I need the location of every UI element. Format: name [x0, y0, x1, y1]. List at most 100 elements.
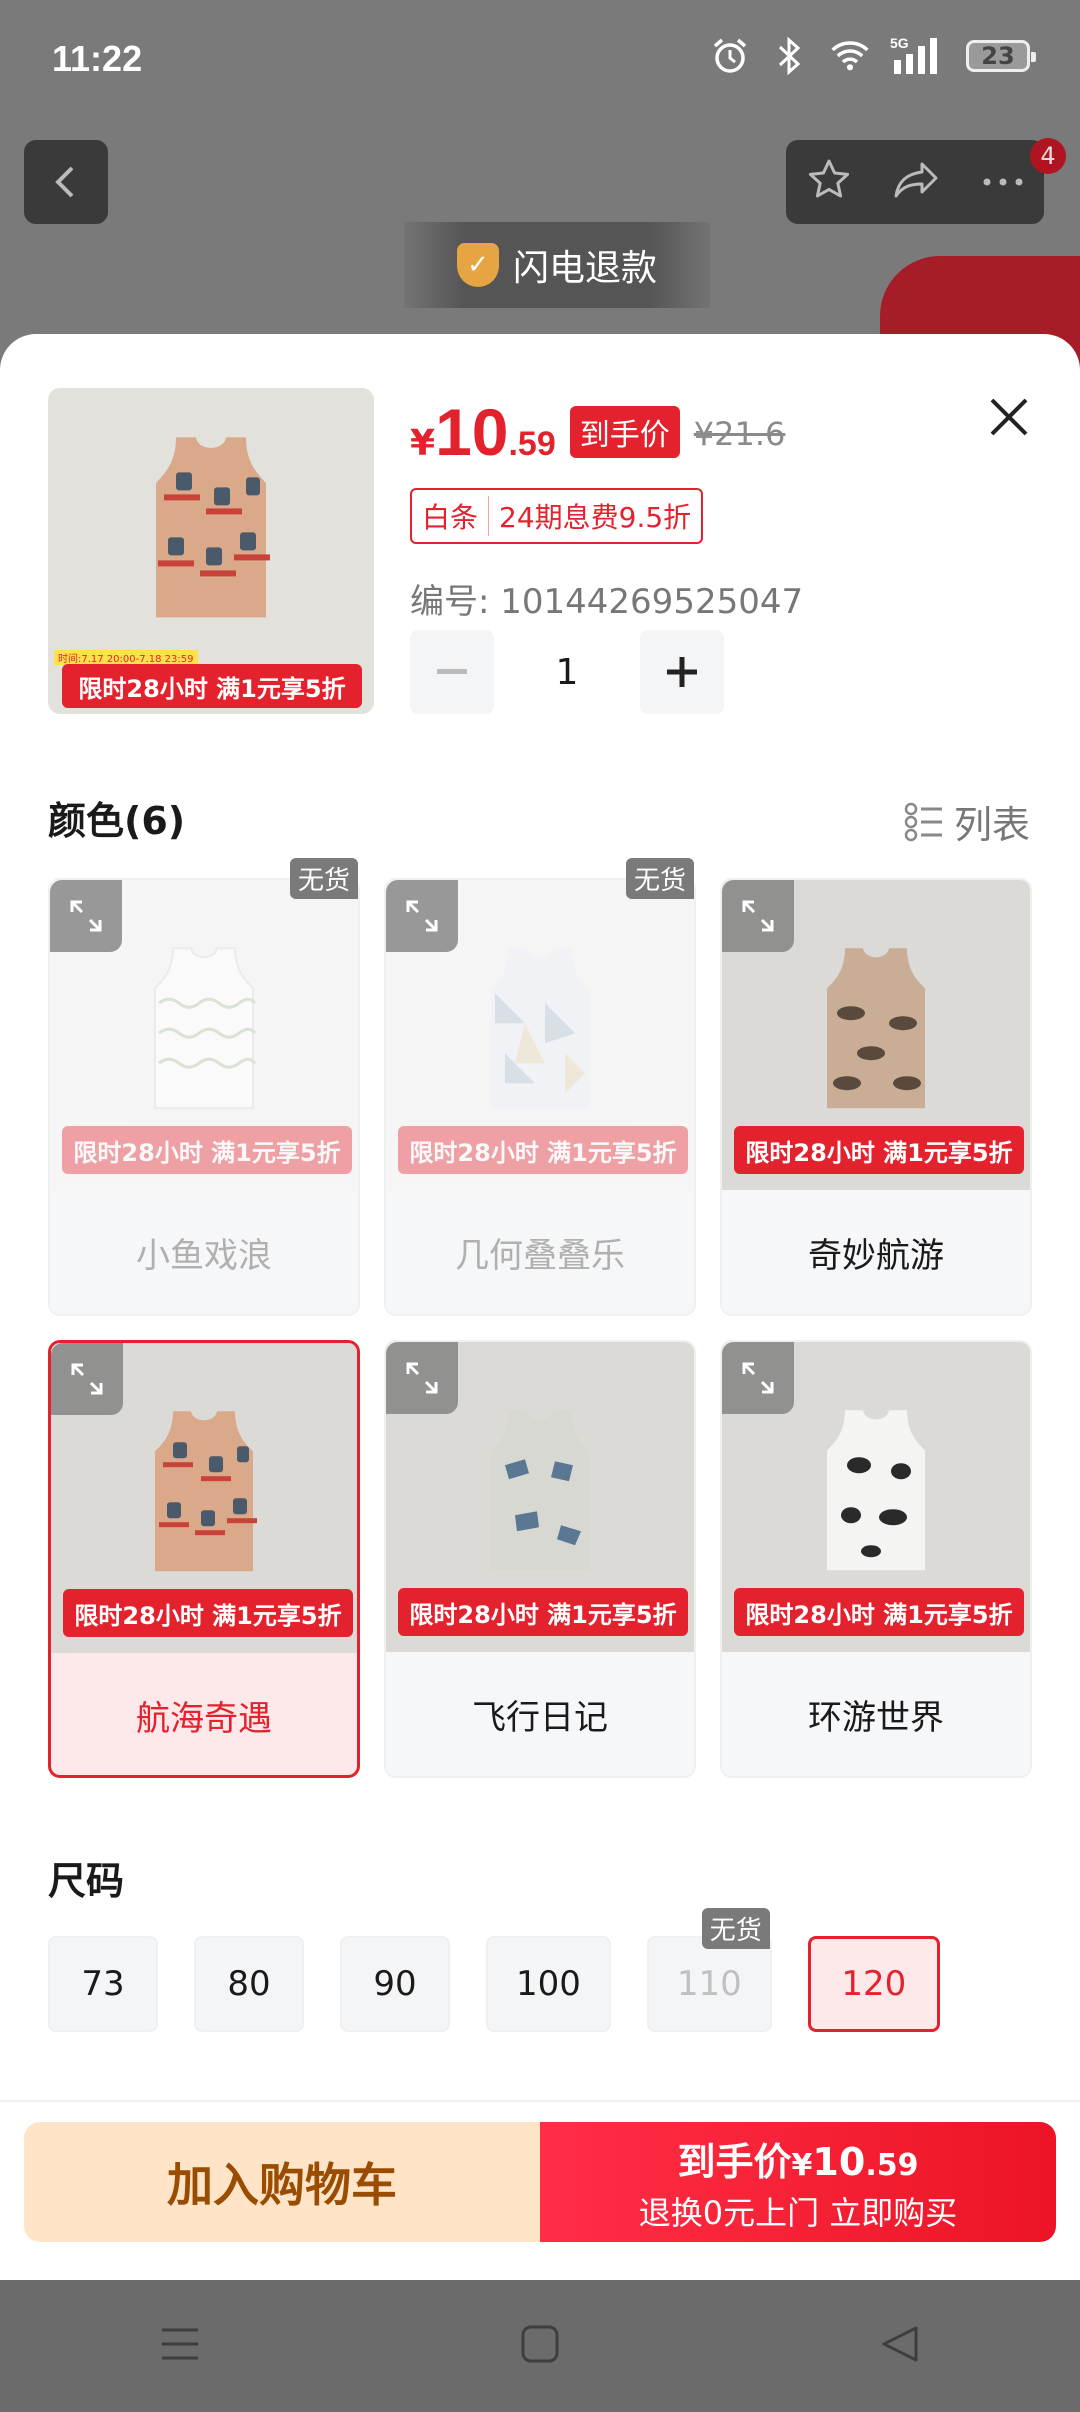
- size-option-120[interactable]: 120: [807, 1936, 940, 2032]
- size-option-100[interactable]: 100: [486, 1936, 611, 2032]
- list-icon: [904, 802, 942, 841]
- sku-selector-sheet: 时间:7.17 20:00-7.18 23:59 限时28小时 满1元享5折 ¥…: [0, 334, 1080, 2280]
- quantity-value[interactable]: 1: [494, 652, 640, 693]
- expand-image-button[interactable]: [722, 1342, 794, 1414]
- price-decimal: .59: [508, 425, 556, 463]
- tank-top-image: [491, 1410, 589, 1571]
- close-button[interactable]: [978, 386, 1040, 448]
- share-icon: [894, 162, 938, 198]
- back-triangle-icon: [882, 2326, 918, 2362]
- color-label: 几何叠叠乐: [455, 1235, 625, 1276]
- baitiao-detail: 24期息费9.5折: [499, 501, 692, 534]
- color-label: 航海奇遇: [136, 1698, 272, 1739]
- no-stock-badge: 无货: [289, 858, 358, 899]
- baitiao-label: 白条: [412, 496, 490, 536]
- buy-price-line: 到手价 ¥ 10 .59: [678, 2131, 919, 2186]
- color-label: 小鱼戏浪: [136, 1235, 272, 1276]
- sku-number: 编号: 10144269525047: [410, 582, 804, 622]
- bluetooth-icon: [770, 36, 810, 76]
- price-currency: ¥: [410, 423, 436, 464]
- promo-banner: 限时28小时 满1元享5折: [734, 1588, 1024, 1636]
- size-options: 73 80 90 100 无货 110 120: [48, 1908, 940, 2032]
- back-nav-button[interactable]: [880, 2324, 920, 2368]
- favorite-button[interactable]: [805, 156, 853, 208]
- expand-image-button[interactable]: [386, 1342, 458, 1414]
- menu-icon: [162, 2328, 198, 2360]
- more-dots-icon: [983, 178, 1023, 185]
- expand-icon: [70, 900, 102, 932]
- chevron-left-icon: [55, 166, 74, 198]
- promo-banner: 限时28小时 满1元享5折: [734, 1126, 1024, 1174]
- size-section-title: 尺码: [48, 1859, 125, 1903]
- list-label: 列表: [953, 803, 1030, 847]
- color-option-feixing[interactable]: 限时28小时 满1元享5折 飞行日记: [384, 1340, 696, 1778]
- expand-image-button[interactable]: [50, 880, 122, 952]
- color-option-jihe[interactable]: 无货 限时28小时 满1元享5折 几何叠叠乐: [384, 858, 696, 1316]
- tank-top-image: [154, 947, 257, 1110]
- color-option-xiaoyu[interactable]: 无货 限时28小时 满1元享5折 小鱼戏浪: [48, 858, 360, 1316]
- buy-price-dec: .59: [865, 2147, 919, 2183]
- system-navigation-bar: [0, 2280, 1080, 2412]
- bottom-action-bar: 加入购物车 到手价 ¥ 10 .59 退换0元上门 立即购买: [0, 2100, 1080, 2280]
- nav-actions: [786, 140, 1044, 224]
- increase-button[interactable]: [640, 630, 724, 714]
- status-bar: 11:22 5G 23: [0, 0, 1080, 120]
- svg-text:5G: 5G: [890, 36, 909, 51]
- refund-tag: ✓ 闪电退款: [404, 222, 710, 308]
- back-button[interactable]: [24, 140, 108, 224]
- buy-currency: ¥: [791, 2147, 813, 2183]
- add-to-cart-button[interactable]: 加入购物车: [24, 2122, 540, 2242]
- menu-nav-button[interactable]: [160, 2326, 200, 2366]
- size-label: 110: [676, 1964, 742, 2004]
- notification-badge: 4: [1030, 138, 1066, 174]
- size-option-73[interactable]: 73: [48, 1936, 158, 2032]
- buy-subtitle: 退换0元上门 立即购买: [638, 2193, 958, 2232]
- product-thumbnail[interactable]: 时间:7.17 20:00-7.18 23:59 限时28小时 满1元享5折: [48, 388, 374, 714]
- status-time: 11:22: [52, 38, 143, 79]
- color-option-hanghai[interactable]: 限时28小时 满1元享5折 航海奇遇: [48, 1340, 360, 1778]
- final-price-tag: 到手价: [569, 406, 680, 458]
- size-option-90[interactable]: 90: [340, 1936, 450, 2032]
- color-label: 环游世界: [808, 1697, 944, 1738]
- installment-badge[interactable]: 白条 24期息费9.5折: [410, 488, 704, 544]
- size-option-80[interactable]: 80: [194, 1936, 304, 2032]
- expand-icon: [406, 1362, 438, 1394]
- expand-image-button[interactable]: [51, 1343, 123, 1415]
- color-option-huanyou[interactable]: 限时28小时 满1元享5折 环游世界: [720, 1340, 1032, 1778]
- size-option-110[interactable]: 无货 110: [646, 1908, 772, 2032]
- list-view-toggle[interactable]: 列表: [904, 794, 1030, 849]
- tank-top-image: [155, 1411, 257, 1572]
- price-row: ¥ 10 .59 到手价 ¥21.6: [410, 394, 785, 470]
- star-icon: [809, 159, 850, 198]
- color-option-qimiao[interactable]: 限时28小时 满1元享5折 奇妙航游: [720, 878, 1032, 1316]
- tank-top-image: [827, 1410, 925, 1571]
- tank-top-image: [491, 948, 589, 1109]
- shield-check-icon: ✓: [456, 243, 499, 287]
- expand-image-button[interactable]: [386, 880, 458, 952]
- plus-icon: [667, 657, 697, 687]
- promo-banner: 限时28小时 满1元享5折: [62, 1126, 352, 1174]
- promo-banner: 限时28小时 满1元享5折: [398, 1126, 688, 1174]
- quantity-stepper: 1: [410, 630, 724, 714]
- no-stock-badge: 无货: [625, 858, 694, 899]
- tank-top-image: [156, 437, 270, 618]
- color-section-title: 颜色(6): [48, 799, 186, 843]
- promo-banner: 限时28小时 满1元享5折: [398, 1588, 688, 1636]
- expand-icon: [742, 900, 774, 932]
- no-stock-badge: 无货: [701, 1908, 770, 1949]
- color-label: 飞行日记: [472, 1697, 608, 1738]
- decrease-button[interactable]: [410, 630, 494, 714]
- share-button[interactable]: [892, 156, 942, 208]
- color-label: 奇妙航游: [808, 1235, 944, 1276]
- refund-label: 闪电退款: [512, 248, 657, 289]
- home-nav-button[interactable]: [520, 2324, 560, 2368]
- buy-now-button[interactable]: 到手价 ¥ 10 .59 退换0元上门 立即购买: [540, 2122, 1056, 2242]
- expand-icon: [742, 1362, 774, 1394]
- battery-icon: 23: [966, 40, 1036, 72]
- more-button[interactable]: [981, 173, 1025, 192]
- tank-top-image: [827, 948, 925, 1109]
- alarm-icon: [710, 36, 750, 76]
- wifi-icon: [830, 36, 870, 76]
- expand-image-button[interactable]: [722, 880, 794, 952]
- close-icon: [990, 398, 1028, 436]
